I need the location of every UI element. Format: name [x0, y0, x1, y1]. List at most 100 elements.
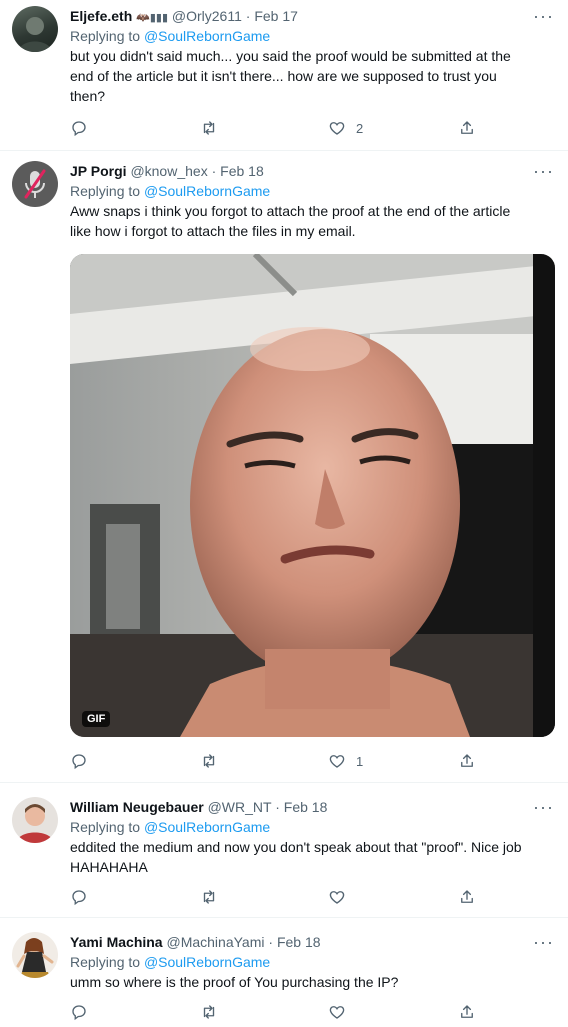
more-icon[interactable]: ··· [533, 7, 554, 25]
reply-icon [72, 121, 86, 137]
replying-to-label: Replying to [70, 954, 144, 970]
tweet-actions: 1 [70, 751, 490, 771]
share-icon [461, 1005, 473, 1018]
like-count: 2 [356, 120, 364, 136]
avatar[interactable] [12, 797, 58, 843]
share-button[interactable] [458, 118, 476, 138]
tweet[interactable]: Yami Machina @MachinaYami · Feb 18 Reply… [0, 918, 568, 1027]
share-icon [461, 754, 473, 767]
display-name[interactable]: Yami Machina [70, 934, 163, 950]
retweet-icon [203, 1005, 215, 1019]
more-icon[interactable]: ··· [533, 933, 554, 951]
tweet-text-line: but you didn't said much... you said the… [70, 48, 511, 64]
replying-to-handle[interactable]: @SoulRebornGame [144, 183, 270, 199]
muted-mic-avatar-image [24, 169, 46, 199]
tweet-text-line: eddited the medium and now you don't spe… [70, 839, 522, 855]
tweet-actions [70, 887, 490, 907]
display-name[interactable]: Eljefe.eth [70, 8, 132, 24]
share-icon [461, 121, 473, 134]
reply-button[interactable] [70, 118, 88, 138]
tweet-text-line: then? [70, 88, 106, 104]
reply-button[interactable] [70, 887, 88, 907]
like-button[interactable]: 1 [328, 751, 363, 771]
tweet[interactable]: JP Porgi @know_hex · Feb 18 Replying to … [0, 151, 568, 783]
avatar-image [16, 938, 54, 978]
separator-dot: · [268, 934, 274, 950]
tweet-text: eddited the medium and now you don't spe… [70, 837, 554, 877]
replying-to-handle[interactable]: @SoulRebornGame [144, 954, 270, 970]
name-badges: 🦇▮▮▮ [136, 12, 168, 24]
retweet-icon [203, 121, 215, 135]
replying-to-handle[interactable]: @SoulRebornGame [144, 28, 270, 44]
retweet-icon [203, 890, 215, 904]
reply-icon [72, 890, 86, 906]
user-handle[interactable]: @Orly2611 [172, 8, 242, 24]
tweet-text-line: like how i forgot to attach the files in… [70, 223, 356, 239]
replying-to: Replying to @SoulRebornGame [70, 817, 554, 837]
user-handle[interactable]: @MachinaYami [166, 934, 264, 950]
tweet-header: JP Porgi @know_hex · Feb 18 [70, 161, 554, 181]
share-button[interactable] [458, 887, 476, 907]
replying-to-handle[interactable]: @SoulRebornGame [144, 819, 270, 835]
tweet-text-line: umm so where is the proof of You purchas… [70, 974, 399, 990]
tweet-date[interactable]: Feb 17 [254, 8, 298, 24]
user-handle[interactable]: @WR_NT [208, 799, 272, 815]
share-button[interactable] [458, 1002, 476, 1022]
gif-media[interactable]: GIF [70, 254, 555, 737]
replying-to: Replying to @SoulRebornGame [70, 181, 554, 201]
tweet-text-line: end of the article but it isn't there...… [70, 68, 497, 84]
gif-badge: GIF [82, 711, 111, 727]
tweet[interactable]: Eljefe.eth 🦇▮▮▮ @Orly2611 · Feb 17 Reply… [0, 0, 568, 151]
like-button[interactable] [328, 1002, 346, 1022]
tweet-actions: 2 [70, 118, 490, 138]
tweet-header: Eljefe.eth 🦇▮▮▮ @Orly2611 · Feb 17 [70, 6, 554, 26]
tweet[interactable]: William Neugebauer @WR_NT · Feb 18 Reply… [0, 783, 568, 918]
avatar-image [18, 17, 52, 52]
tweet-date[interactable]: Feb 18 [277, 934, 321, 950]
retweet-button[interactable] [200, 118, 218, 138]
separator-dot: · [275, 799, 280, 815]
replying-to-label: Replying to [70, 819, 144, 835]
separator-dot: · [211, 163, 217, 179]
like-icon [329, 755, 345, 768]
like-count: 1 [356, 753, 364, 769]
retweet-icon [203, 754, 215, 768]
retweet-button[interactable] [200, 887, 218, 907]
replying-to-label: Replying to [70, 183, 144, 199]
share-button[interactable] [458, 751, 476, 771]
avatar[interactable] [12, 6, 58, 52]
display-name[interactable]: William Neugebauer [70, 799, 204, 815]
replying-to: Replying to @SoulRebornGame [70, 952, 554, 972]
like-button[interactable] [328, 887, 346, 907]
reply-button[interactable] [70, 751, 88, 771]
more-icon[interactable]: ··· [533, 798, 554, 816]
tweet-header: William Neugebauer @WR_NT · Feb 18 [70, 797, 554, 817]
avatar[interactable] [12, 161, 58, 207]
share-icon [461, 890, 473, 903]
replying-to-label: Replying to [70, 28, 144, 44]
reply-icon [72, 1005, 86, 1021]
tweet-text-line: HAHAHAHA [70, 859, 148, 875]
replying-to: Replying to @SoulRebornGame [70, 26, 554, 46]
tweet-header: Yami Machina @MachinaYami · Feb 18 [70, 932, 554, 952]
like-icon [329, 122, 345, 135]
tweet-actions [70, 1002, 490, 1022]
avatar-image [16, 804, 54, 843]
avatar[interactable] [12, 932, 58, 978]
tweet-text: but you didn't said much... you said the… [70, 46, 554, 106]
tweet-text: Aww snaps i think you forgot to attach t… [70, 201, 554, 241]
tweet-date[interactable]: Feb 18 [284, 799, 328, 815]
reply-icon [72, 754, 86, 770]
more-icon[interactable]: ··· [533, 162, 554, 180]
retweet-button[interactable] [200, 751, 218, 771]
tweet-date[interactable]: Feb 18 [220, 163, 264, 179]
gif-image [70, 254, 555, 737]
like-icon [329, 891, 345, 904]
separator-dot: · [245, 8, 251, 24]
user-handle[interactable]: @know_hex [130, 163, 207, 179]
reply-button[interactable] [70, 1002, 88, 1022]
like-icon [329, 1006, 345, 1019]
retweet-button[interactable] [200, 1002, 218, 1022]
like-button[interactable]: 2 [328, 118, 363, 138]
display-name[interactable]: JP Porgi [70, 163, 127, 179]
